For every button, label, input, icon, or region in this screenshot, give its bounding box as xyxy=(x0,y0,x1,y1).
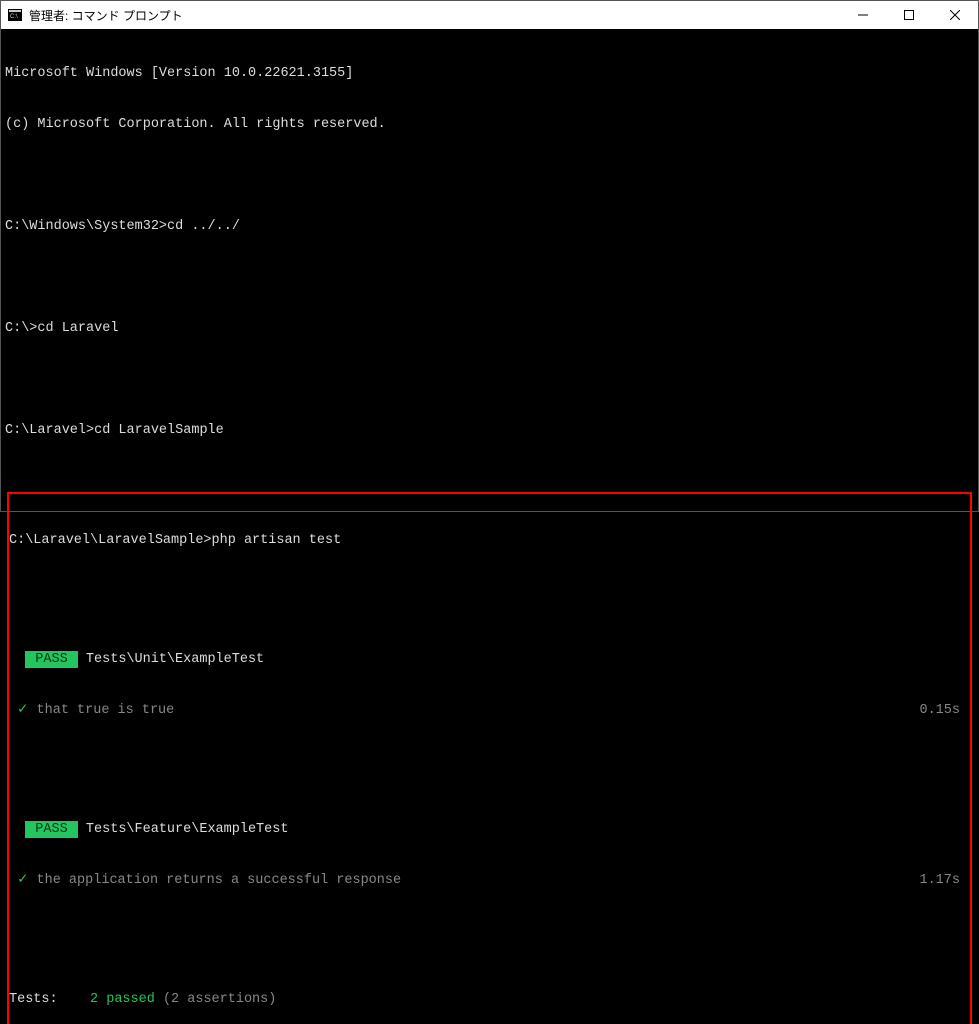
suite-name: Tests\Feature\ExampleTest xyxy=(78,822,289,837)
tests-summary-line: Tests: 2 passed (2 assertions) xyxy=(9,991,968,1008)
close-button[interactable] xyxy=(932,1,978,29)
test-output-highlight: C:\Laravel\LaravelSample>php artisan tes… xyxy=(7,492,972,1024)
test-duration: 1.17s xyxy=(919,872,968,889)
blank-line xyxy=(5,269,974,286)
test-name: that true is true xyxy=(37,703,175,718)
command-text: cd LaravelSample xyxy=(94,423,224,438)
test-duration: 0.15s xyxy=(919,702,968,719)
pass-badge: PASS xyxy=(25,821,78,838)
prompt-line: C:\>cd Laravel xyxy=(5,320,974,337)
prompt-line: C:\Laravel\LaravelSample>php artisan tes… xyxy=(9,532,968,549)
blank-line xyxy=(9,923,968,940)
blank-line xyxy=(5,371,974,388)
blank-line xyxy=(9,753,968,770)
test-suite-line: PASS Tests\Unit\ExampleTest xyxy=(9,651,968,668)
summary-passed: 2 passed xyxy=(82,992,155,1007)
command-text: cd ../../ xyxy=(167,219,240,234)
prompt-path: C:\Windows\System32> xyxy=(5,219,167,234)
prompt-path: C:\Laravel\LaravelSample> xyxy=(9,533,212,548)
minimize-button[interactable] xyxy=(840,1,886,29)
prompt-path: C:\Laravel> xyxy=(5,423,94,438)
check-icon: ✓ xyxy=(17,703,28,718)
prompt-path: C:\> xyxy=(5,321,37,336)
suite-name: Tests\Unit\ExampleTest xyxy=(78,652,264,667)
prompt-line: C:\Laravel>cd LaravelSample xyxy=(5,422,974,439)
window-title: 管理者: コマンド プロンプト xyxy=(29,7,840,24)
summary-assertions: (2 assertions) xyxy=(155,992,277,1007)
blank-line xyxy=(9,583,968,600)
test-suite-line: PASS Tests\Feature\ExampleTest xyxy=(9,821,968,838)
prompt-line: C:\Windows\System32>cd ../../ xyxy=(5,218,974,235)
check-icon: ✓ xyxy=(17,873,28,888)
window-titlebar: C:\ 管理者: コマンド プロンプト xyxy=(1,1,978,29)
version-line: Microsoft Windows [Version 10.0.22621.31… xyxy=(5,65,974,82)
copyright-line: (c) Microsoft Corporation. All rights re… xyxy=(5,116,974,133)
command-text: php artisan test xyxy=(212,533,342,548)
summary-label: Tests: xyxy=(9,992,82,1007)
maximize-button[interactable] xyxy=(886,1,932,29)
test-name: the application returns a successful res… xyxy=(37,873,402,888)
test-case-line: ✓ that true is true 0.15s xyxy=(9,702,968,719)
test-case-line: ✓ the application returns a successful r… xyxy=(9,872,968,889)
blank-line xyxy=(5,167,974,184)
command-text: cd Laravel xyxy=(37,321,118,336)
svg-text:C:\: C:\ xyxy=(10,14,18,20)
pass-badge: PASS xyxy=(25,651,78,668)
terminal-output[interactable]: Microsoft Windows [Version 10.0.22621.31… xyxy=(1,29,978,1024)
cmd-icon: C:\ xyxy=(7,7,23,23)
